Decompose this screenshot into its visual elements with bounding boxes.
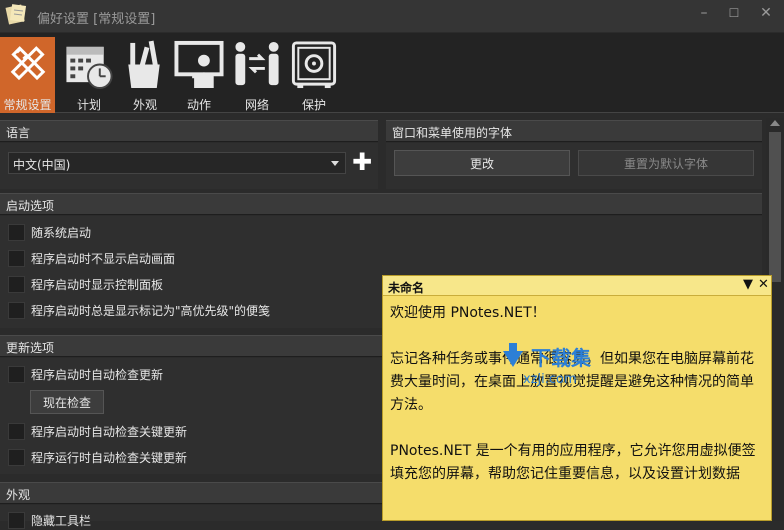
startup-option-show-panel[interactable]: 程序启动时显示控制面板: [8, 274, 163, 294]
note-body[interactable]: 欢迎使用 PNotes.NET！ 忘记各种任务或事件通常很容易，但如果您在电脑屏…: [390, 302, 766, 509]
watermark-text: 下载集: [531, 346, 592, 370]
tab-network-label: 网络: [244, 98, 269, 112]
scrollbar-thumb[interactable]: [769, 132, 781, 282]
startup-option-no-splash[interactable]: 程序启动时不显示启动画面: [8, 248, 175, 268]
maximize-button[interactable]: ☐: [724, 4, 744, 22]
app-notepad-icon: [5, 4, 27, 25]
brush-cup-icon: [128, 40, 160, 89]
minimize-button[interactable]: –: [694, 4, 714, 22]
checkbox-label: 隐藏工具栏: [31, 513, 92, 528]
window-title: 偏好设置 [常规设置]: [37, 12, 156, 27]
tab-actions[interactable]: 动作: [172, 37, 226, 113]
tab-appearance-label: 外观: [132, 98, 157, 112]
checkbox[interactable]: [8, 301, 25, 319]
monitor-person-icon: [174, 40, 224, 89]
note-paragraph: PNotes.NET 是一个有用的应用程序，它允许您用虚拟便签填充您的屏幕，帮助…: [390, 443, 756, 482]
note-title: 未命名: [388, 281, 425, 295]
note-menu-icon[interactable]: ▼: [743, 277, 753, 292]
checkbox[interactable]: [8, 511, 25, 529]
note-close-icon[interactable]: ✕: [758, 277, 769, 292]
tab-protection-label: 保护: [301, 98, 326, 112]
tab-network[interactable]: 网络: [230, 37, 284, 113]
tab-schedule-label: 计划: [76, 98, 101, 112]
checkbox[interactable]: [8, 448, 25, 466]
startup-header: 启动选项: [0, 193, 762, 215]
tab-general[interactable]: 常规设置: [0, 37, 55, 113]
note-paragraph: 欢迎使用 PNotes.NET！: [390, 305, 546, 321]
checkbox[interactable]: [8, 223, 25, 241]
scroll-up-icon[interactable]: [770, 120, 780, 126]
tab-appearance[interactable]: 外观: [118, 37, 172, 113]
language-header: 语言: [0, 120, 378, 142]
checkbox-label: 随系统启动: [31, 225, 92, 240]
checkbox[interactable]: [8, 422, 25, 440]
watermark-logo: 下载集 xzji.com: [503, 343, 592, 387]
checkbox-label: 程序启动时显示控制面板: [31, 277, 164, 292]
sticky-note[interactable]: 未命名 ▼ ✕ 欢迎使用 PNotes.NET！ 忘记各种任务或事件通常很容易，…: [382, 275, 772, 521]
tab-general-label: 常规设置: [3, 98, 52, 112]
update-option-critical-running[interactable]: 程序运行时自动检查关键更新: [8, 447, 187, 467]
font-header: 窗口和菜单使用的字体: [386, 120, 762, 142]
note-title-bar[interactable]: 未命名 ▼ ✕: [383, 276, 771, 296]
update-option-critical-on-start[interactable]: 程序启动时自动检查关键更新: [8, 421, 187, 441]
appearance-option-hide-toolbar[interactable]: 隐藏工具栏: [8, 510, 91, 530]
change-font-button[interactable]: 更改: [394, 150, 570, 176]
checkbox[interactable]: [8, 275, 25, 293]
ruler-pencil-icon: [10, 46, 45, 81]
update-option-check-on-start[interactable]: 程序启动时自动检查更新: [8, 364, 163, 384]
checkbox-label: 程序启动时自动检查关键更新: [31, 424, 188, 439]
language-select-value: 中文(中国): [13, 158, 71, 172]
check-now-button[interactable]: 现在检查: [30, 390, 104, 414]
startup-option-autostart[interactable]: 随系统启动: [8, 222, 91, 242]
close-button[interactable]: ✕: [756, 4, 776, 22]
safe-icon: [291, 41, 337, 89]
add-language-icon[interactable]: ✚: [352, 150, 372, 174]
tab-actions-label: 动作: [186, 98, 211, 112]
tab-schedule[interactable]: 计划: [62, 37, 116, 113]
checkbox[interactable]: [8, 365, 25, 383]
reset-font-button[interactable]: 重置为默认字体: [578, 150, 754, 176]
checkbox-label: 程序运行时自动检查关键更新: [31, 450, 188, 465]
preferences-toolbar: 常规设置 计划 外观 动作 网络 保护: [0, 33, 784, 113]
watermark-url: xzji.com: [523, 372, 577, 387]
language-select[interactable]: 中文(中国): [8, 152, 346, 174]
title-bar: 偏好设置 [常规设置] – ☐ ✕: [0, 0, 784, 32]
checkbox-label: 程序启动时不显示启动画面: [31, 251, 176, 266]
startup-option-high-priority[interactable]: 程序启动时总是显示标记为"高优先级"的便笺: [8, 300, 270, 320]
checkbox-label: 程序启动时总是显示标记为"高优先级"的便笺: [31, 303, 271, 318]
calendar-clock-icon: [66, 46, 113, 90]
checkbox[interactable]: [8, 249, 25, 267]
people-network-icon: [235, 41, 279, 86]
tab-protection[interactable]: 保护: [287, 37, 341, 113]
chevron-down-icon: [331, 161, 339, 166]
checkbox-label: 程序启动时自动检查更新: [31, 367, 164, 382]
